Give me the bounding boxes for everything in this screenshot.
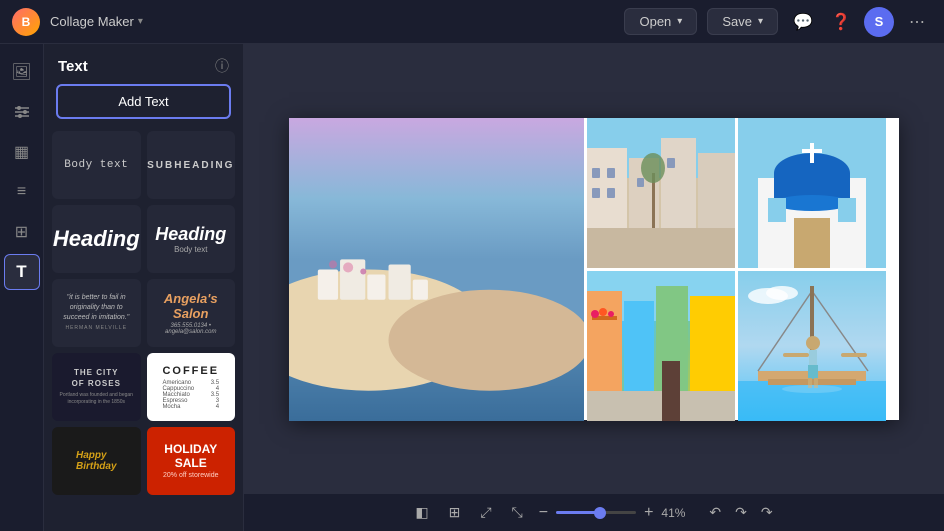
canvas-area: ◧ ⊞ ⤢ ⤡ − + 41% ↶ ↷ ↷ — [244, 44, 944, 531]
expand-icon[interactable]: ⤢ — [476, 500, 495, 525]
text-style-holiday[interactable]: HOLIDAYSALE 20% off storewide — [147, 427, 236, 495]
zoom-in-button[interactable]: + — [644, 504, 653, 522]
coffee-inner: COFFEE Americano3.5 Cappuccino4 Macchiat… — [162, 365, 219, 410]
salon-label: Angela's Salon 365.555.0134 • angela@sal… — [147, 291, 236, 335]
save-label: Save — [722, 14, 752, 29]
text-style-heading-bold[interactable]: Heading — [52, 205, 141, 273]
text-style-salon[interactable]: Angela's Salon 365.555.0134 • angela@sal… — [147, 279, 236, 347]
topbar: B Collage Maker ▾ Open ▾ Save ▾ 💬 ❓ S ⋯ — [0, 0, 944, 44]
collage-cell-sailing[interactable] — [738, 271, 886, 421]
text-style-body[interactable]: Body text — [52, 131, 141, 199]
text-style-coffee[interactable]: COFFEE Americano3.5 Cappuccino4 Macchiat… — [147, 353, 236, 421]
redo-button[interactable]: ↷ — [731, 500, 751, 525]
collage-cell-colorful-street[interactable] — [587, 271, 735, 421]
collage-cell-church[interactable] — [738, 118, 886, 268]
coffee-items: Americano3.5 Cappuccino4 Macchiato3.5 Es… — [162, 380, 219, 410]
zoom-thumb[interactable] — [594, 507, 606, 519]
body-sublabel: Body text — [155, 245, 226, 254]
redo2-button[interactable]: ↷ — [757, 500, 777, 525]
grid-icon[interactable]: ⊞ — [445, 500, 465, 525]
logo-letter: B — [22, 15, 31, 29]
text-style-birthday[interactable]: HappyBirthday — [52, 427, 141, 495]
city-label: THE CITYOF ROSES — [72, 368, 121, 389]
collage-cell-santorini[interactable] — [289, 118, 584, 421]
panel-header: Text ⓘ — [44, 44, 243, 84]
app-name-chevron: ▾ — [138, 16, 143, 27]
collage-cell-street[interactable] — [587, 118, 735, 268]
rail-group[interactable]: ⊞ — [4, 214, 40, 250]
text-panel: Text ⓘ Add Text Body text SUBHEADING Hea… — [44, 44, 244, 531]
rail-photos[interactable]: 🖼 — [4, 54, 40, 90]
text-style-grid: Body text SUBHEADING Heading Heading Bod… — [44, 131, 243, 503]
rail-text[interactable]: T — [4, 254, 40, 290]
add-text-button[interactable]: Add Text — [56, 84, 231, 119]
body-text-label: Body text — [64, 159, 128, 171]
text-style-subheading[interactable]: SUBHEADING — [147, 131, 236, 199]
main-area: 🖼 ▦ ≡ ⊞ T Text ⓘ Add Text Body text — [0, 44, 944, 531]
user-avatar[interactable]: S — [864, 7, 894, 37]
zoom-control: − + 41% — [539, 504, 694, 522]
panel-info-icon[interactable]: ⓘ — [215, 56, 229, 76]
birthday-container: HappyBirthday — [52, 427, 141, 495]
text-style-city[interactable]: THE CITYOF ROSES Portland was founded an… — [52, 353, 141, 421]
history-buttons: ↶ ↷ ↷ — [705, 500, 776, 525]
heading-bold-label: Heading — [53, 226, 140, 252]
birthday-label: HappyBirthday — [76, 450, 117, 472]
rail-adjustments[interactable] — [4, 94, 40, 130]
heading-body-container: Heading Body text — [155, 224, 226, 254]
app-name-btn[interactable]: Collage Maker ▾ — [50, 14, 143, 29]
zoom-value: 41% — [661, 506, 693, 520]
rail-table[interactable]: ≡ — [4, 174, 40, 210]
holiday-container: HOLIDAYSALE 20% off storewide — [147, 427, 236, 495]
save-button[interactable]: Save ▾ — [707, 8, 778, 35]
subheading-label: SUBHEADING — [147, 160, 234, 171]
holiday-main: HOLIDAYSALE — [164, 443, 217, 469]
more-icon[interactable]: ⋯ — [902, 7, 932, 37]
collage-canvas[interactable] — [289, 118, 899, 420]
coffee-title: COFFEE — [162, 365, 219, 377]
zoom-slider[interactable] — [556, 511, 636, 514]
cursive-label: "it is better to fail in originality tha… — [52, 289, 141, 336]
open-button[interactable]: Open ▾ — [624, 8, 697, 35]
help-icon[interactable]: ❓ — [826, 7, 856, 37]
avatar-letter: S — [875, 14, 884, 29]
app-name-label: Collage Maker — [50, 14, 134, 29]
heading-label: Heading — [155, 224, 226, 245]
open-chevron: ▾ — [677, 16, 682, 27]
topbar-icons: 💬 ❓ S ⋯ — [788, 7, 932, 37]
text-style-heading-body[interactable]: Heading Body text — [147, 205, 236, 273]
city-container: THE CITYOF ROSES Portland was founded an… — [52, 353, 141, 421]
open-label: Open — [639, 14, 671, 29]
zoom-out-button[interactable]: − — [539, 504, 548, 522]
text-style-cursive[interactable]: "it is better to fail in originality tha… — [52, 279, 141, 347]
coffee-container: COFFEE Americano3.5 Cappuccino4 Macchiat… — [147, 353, 236, 421]
icon-rail: 🖼 ▦ ≡ ⊞ T — [0, 44, 44, 531]
layers-icon[interactable]: ◧ — [411, 500, 432, 525]
canvas-scroll[interactable] — [244, 44, 944, 493]
city-sub: Portland was founded and beganincorporat… — [60, 392, 133, 406]
chat-icon[interactable]: 💬 — [788, 7, 818, 37]
bottom-bar: ◧ ⊞ ⤢ ⤡ − + 41% ↶ ↷ ↷ — [244, 493, 944, 531]
app-logo[interactable]: B — [12, 8, 40, 36]
save-chevron: ▾ — [758, 16, 763, 27]
resize-icon[interactable]: ⤡ — [508, 500, 527, 525]
rail-layouts[interactable]: ▦ — [4, 134, 40, 170]
holiday-sub: 20% off storewide — [163, 472, 219, 479]
undo-button[interactable]: ↶ — [705, 500, 725, 525]
panel-title: Text — [58, 58, 88, 75]
